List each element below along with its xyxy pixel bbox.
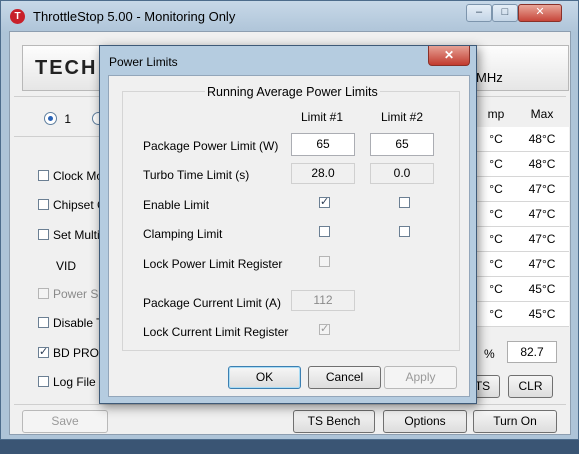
table-row: °C 47°C bbox=[475, 252, 569, 277]
close-icon: ✕ bbox=[443, 48, 455, 62]
lock-current-limit-register-label: Lock Current Limit Register bbox=[143, 325, 289, 339]
profile-radio-label: 1 bbox=[64, 111, 72, 126]
checkbox-icon bbox=[38, 199, 49, 211]
limit-2-header: Limit #2 bbox=[380, 110, 424, 124]
checkbox-icon bbox=[38, 170, 49, 182]
power-limits-group: Running Average Power Limits Limit #1 Li… bbox=[122, 85, 460, 351]
lock-power-limit-register-label: Lock Power Limit Register bbox=[143, 257, 283, 271]
temperature-table-header: mp Max bbox=[475, 102, 569, 126]
limit-1-header: Limit #1 bbox=[300, 110, 344, 124]
table-row: °C 48°C bbox=[475, 127, 569, 152]
options-button[interactable]: Options bbox=[383, 410, 467, 433]
package-current-limit-value: 112 bbox=[291, 290, 355, 311]
ts-bench-button[interactable]: TS Bench bbox=[293, 410, 375, 433]
dialog-close-button[interactable]: ✕ bbox=[428, 46, 470, 66]
enable-limit-2-checkbox[interactable] bbox=[399, 197, 410, 208]
maximize-button[interactable]: □ bbox=[492, 4, 518, 22]
enable-limit-1-checkbox[interactable] bbox=[319, 195, 330, 208]
table-row: °C 48°C bbox=[475, 152, 569, 177]
clamping-limit-1-checkbox[interactable] bbox=[319, 226, 330, 237]
vid-label: VID bbox=[56, 259, 77, 273]
throttlestop-app-icon: T bbox=[10, 9, 25, 24]
minimize-button[interactable]: – bbox=[466, 4, 492, 22]
checkbox-icon bbox=[38, 229, 49, 241]
close-icon: ✕ bbox=[535, 6, 545, 18]
turn-on-button[interactable]: Turn On bbox=[473, 410, 557, 433]
package-current-limit-label: Package Current Limit (A) bbox=[143, 296, 282, 310]
save-button[interactable]: Save bbox=[22, 410, 108, 433]
table-row: °C 47°C bbox=[475, 202, 569, 227]
apply-button[interactable]: Apply bbox=[384, 366, 457, 389]
dialog-title: Power Limits bbox=[109, 55, 178, 69]
max-column-header: Max bbox=[530, 107, 554, 121]
checkbox-icon bbox=[38, 345, 49, 359]
table-row: °C 45°C bbox=[475, 302, 569, 327]
table-row: °C 45°C bbox=[475, 277, 569, 302]
mhz-label: MHz bbox=[476, 70, 503, 85]
table-row: °C 47°C bbox=[475, 177, 569, 202]
percent-value-field: 82.7 bbox=[507, 341, 557, 363]
cancel-button[interactable]: Cancel bbox=[308, 366, 381, 389]
power-limits-dialog: Power Limits ✕ Running Average Power Lim… bbox=[99, 45, 477, 404]
percent-label: % bbox=[484, 347, 495, 361]
clr-button[interactable]: CLR bbox=[508, 375, 553, 398]
set-multiplier-option[interactable]: Set Multip bbox=[38, 227, 106, 242]
table-row: °C 47°C bbox=[475, 227, 569, 252]
profile-radio-1[interactable]: 1 bbox=[44, 111, 71, 126]
package-power-limit-2-input[interactable]: 65 bbox=[370, 133, 434, 156]
minimize-icon: – bbox=[475, 6, 483, 18]
main-title-bar[interactable]: T ThrottleStop 5.00 - Monitoring Only – … bbox=[1, 1, 578, 33]
chipset-clock-option[interactable]: Chipset C bbox=[38, 197, 106, 212]
lock-power-limit-register-checkbox[interactable] bbox=[319, 256, 330, 267]
close-button[interactable]: ✕ bbox=[518, 4, 562, 22]
ok-button[interactable]: OK bbox=[228, 366, 301, 389]
group-title: Running Average Power Limits bbox=[205, 85, 380, 99]
enable-limit-label: Enable Limit bbox=[143, 198, 210, 212]
logo-text: TECH bbox=[35, 57, 98, 79]
window-title: ThrottleStop 5.00 - Monitoring Only bbox=[33, 9, 236, 24]
turbo-time-limit-2-value: 0.0 bbox=[370, 163, 434, 184]
checkbox-icon bbox=[38, 376, 49, 388]
maximize-icon: □ bbox=[501, 6, 509, 18]
log-file-option[interactable]: Log File bbox=[38, 374, 96, 389]
clamping-limit-label: Clamping Limit bbox=[143, 227, 223, 241]
turbo-time-limit-label: Turbo Time Limit (s) bbox=[143, 168, 250, 182]
lock-current-limit-register-checkbox[interactable] bbox=[319, 322, 330, 335]
radio-button-icon bbox=[44, 112, 57, 126]
clamping-limit-2-checkbox[interactable] bbox=[399, 226, 410, 237]
package-power-limit-1-input[interactable]: 65 bbox=[291, 133, 355, 156]
package-power-limit-label: Package Power Limit (W) bbox=[143, 139, 279, 153]
divider bbox=[14, 404, 566, 405]
temp-column-header: mp bbox=[487, 107, 505, 121]
checkbox-icon bbox=[38, 288, 49, 300]
turbo-time-limit-1-value: 28.0 bbox=[291, 163, 355, 184]
dialog-client-area: Running Average Power Limits Limit #1 Li… bbox=[108, 75, 470, 397]
checkbox-icon bbox=[38, 317, 49, 329]
